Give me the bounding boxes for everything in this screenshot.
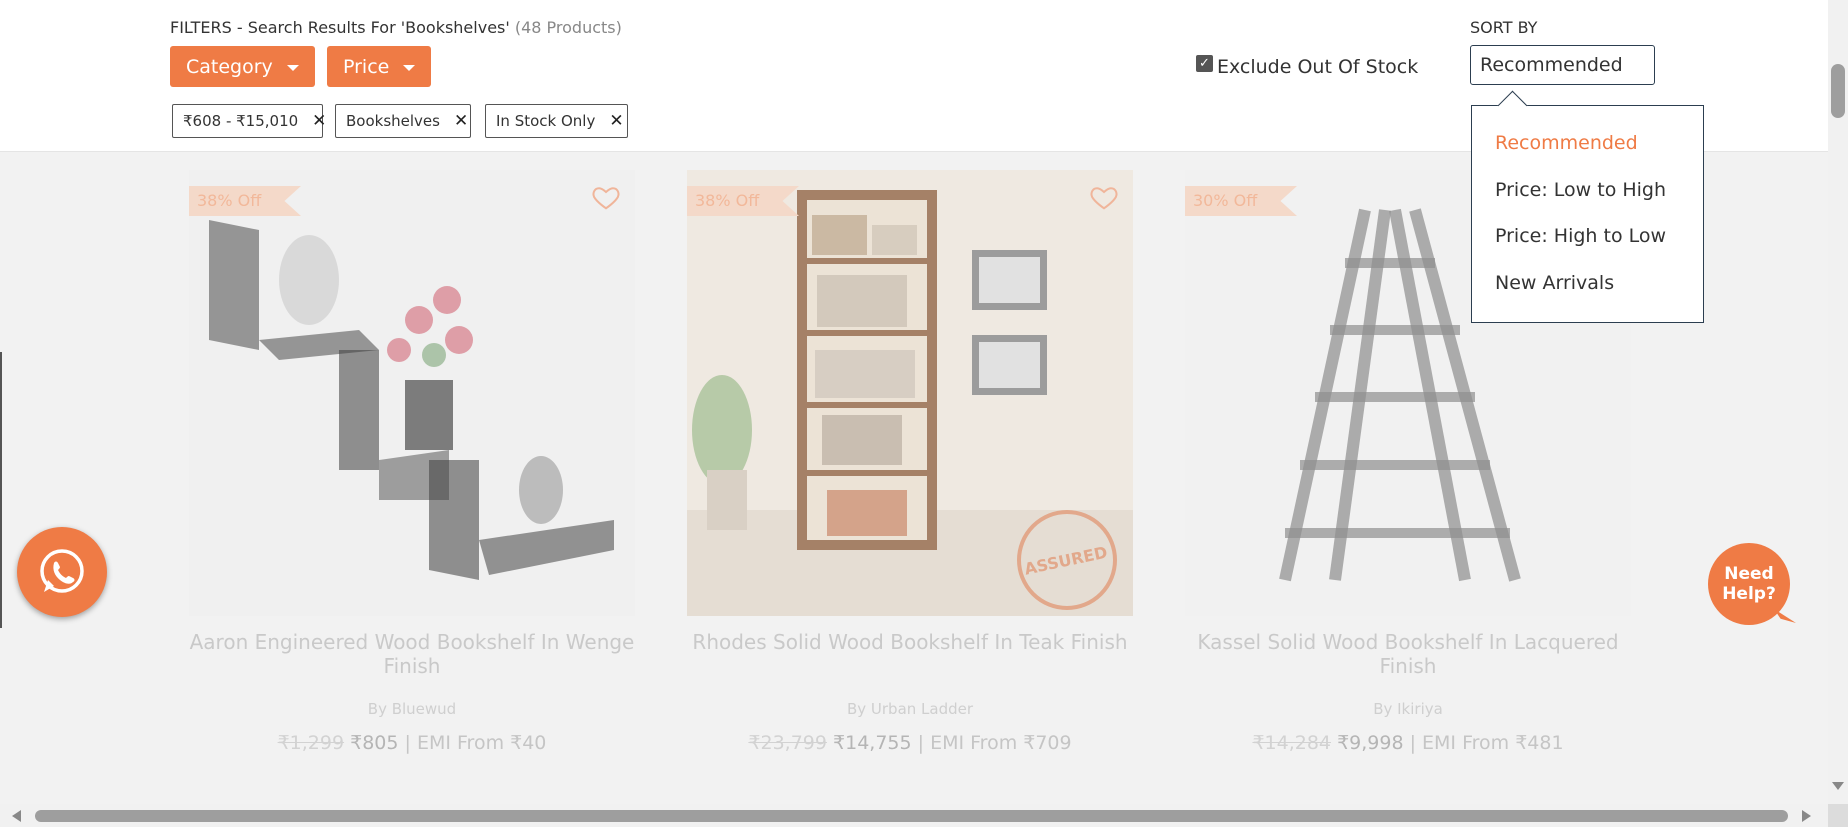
checkbox-checked-icon[interactable]: ✓ bbox=[1196, 54, 1213, 72]
scroll-down-arrow-icon[interactable] bbox=[1832, 782, 1844, 790]
exclude-out-of-stock-label: Exclude Out Of Stock bbox=[1217, 56, 1419, 78]
category-filter-label: Category bbox=[186, 55, 273, 78]
search-results-heading: FILTERS - Search Results For 'Bookshelve… bbox=[170, 18, 622, 37]
caret-down-icon bbox=[403, 64, 416, 71]
remove-icon[interactable]: ✕ bbox=[312, 111, 326, 131]
sort-selected-value: Recommended bbox=[1480, 54, 1623, 76]
original-price: ₹1,299 bbox=[277, 732, 345, 754]
sale-price: ₹9,998 bbox=[1337, 732, 1404, 754]
sort-dropdown-menu: Recommended Price: Low to High Price: Hi… bbox=[1471, 90, 1704, 323]
chip-label: In Stock Only bbox=[496, 112, 596, 130]
exclude-out-of-stock[interactable]: ✓ Exclude Out Of Stock bbox=[1196, 54, 1419, 78]
original-price: ₹23,799 bbox=[748, 732, 827, 754]
scroll-right-arrow-icon[interactable] bbox=[1802, 810, 1811, 822]
price-filter-label: Price bbox=[343, 55, 390, 78]
product-brand[interactable]: By Ikiriya bbox=[1185, 700, 1631, 718]
results-title: FILTERS - Search Results For 'Bookshelve… bbox=[170, 18, 510, 37]
emi-text: | EMI From ₹709 bbox=[917, 732, 1072, 754]
sale-price: ₹14,755 bbox=[833, 732, 912, 754]
emi-text: | EMI From ₹481 bbox=[1409, 732, 1564, 754]
scrollbar-corner bbox=[1828, 804, 1848, 827]
sort-option-high-to-low[interactable]: Price: High to Low bbox=[1495, 225, 1666, 247]
sort-option-recommended[interactable]: Recommended bbox=[1495, 132, 1638, 154]
product-brand[interactable]: By Bluewud bbox=[189, 700, 635, 718]
discount-badge: 38% Off bbox=[687, 186, 799, 216]
product-image[interactable]: ASSURED 38% Off bbox=[687, 170, 1133, 616]
category-filter-button[interactable]: Category bbox=[170, 46, 315, 87]
product-price: ₹23,799 ₹14,755 | EMI From ₹709 bbox=[687, 732, 1133, 754]
remove-icon[interactable]: ✕ bbox=[609, 111, 623, 131]
sort-by-label: SORT BY bbox=[1470, 18, 1538, 37]
side-edge bbox=[0, 352, 2, 628]
need-help-label: Need Help? bbox=[1722, 564, 1776, 604]
price-filter-button[interactable]: Price bbox=[327, 46, 432, 87]
remove-icon[interactable]: ✕ bbox=[454, 111, 468, 131]
product-image[interactable]: 38% Off bbox=[189, 170, 635, 616]
sort-option-low-to-high[interactable]: Price: Low to High bbox=[1495, 179, 1666, 201]
filter-chip-category: Bookshelves ✕ bbox=[335, 104, 471, 138]
heart-icon[interactable] bbox=[1089, 182, 1119, 212]
product-price: ₹1,299 ₹805 | EMI From ₹40 bbox=[189, 732, 635, 754]
product-title[interactable]: Rhodes Solid Wood Bookshelf In Teak Fini… bbox=[687, 630, 1133, 654]
product-title[interactable]: Aaron Engineered Wood Bookshelf In Wenge… bbox=[189, 630, 635, 678]
vertical-scroll-thumb[interactable] bbox=[1831, 64, 1845, 118]
whatsapp-icon bbox=[40, 549, 84, 593]
chip-label: Bookshelves bbox=[346, 112, 440, 130]
filter-chip-price: ₹608 - ₹15,010 ✕ bbox=[172, 104, 326, 138]
chip-label: ₹608 - ₹15,010 bbox=[183, 112, 299, 130]
horizontal-scroll-thumb[interactable] bbox=[35, 810, 1788, 822]
need-help-button[interactable]: Need Help? bbox=[1708, 543, 1796, 625]
scroll-left-arrow-icon[interactable] bbox=[12, 810, 21, 822]
results-count: (48 Products) bbox=[514, 18, 622, 37]
sort-option-new-arrivals[interactable]: New Arrivals bbox=[1495, 272, 1614, 294]
filter-chip-stock: In Stock Only ✕ bbox=[485, 104, 628, 138]
original-price: ₹14,284 bbox=[1252, 732, 1332, 754]
product-brand[interactable]: By Urban Ladder bbox=[687, 700, 1133, 718]
discount-badge: 30% Off bbox=[1185, 186, 1297, 216]
product-price: ₹14,284 ₹9,998 | EMI From ₹481 bbox=[1185, 732, 1631, 754]
sort-select[interactable]: Recommended bbox=[1470, 45, 1655, 85]
discount-badge: 38% Off bbox=[189, 186, 301, 216]
product-title[interactable]: Kassel Solid Wood Bookshelf In Lacquered… bbox=[1185, 630, 1631, 678]
caret-down-icon bbox=[286, 64, 299, 71]
whatsapp-button[interactable] bbox=[17, 527, 107, 617]
heart-icon[interactable] bbox=[591, 182, 621, 212]
emi-text: | EMI From ₹40 bbox=[404, 732, 547, 754]
horizontal-scrollbar[interactable] bbox=[0, 804, 1828, 827]
sale-price: ₹805 bbox=[350, 732, 399, 754]
vertical-scrollbar[interactable] bbox=[1828, 0, 1848, 804]
